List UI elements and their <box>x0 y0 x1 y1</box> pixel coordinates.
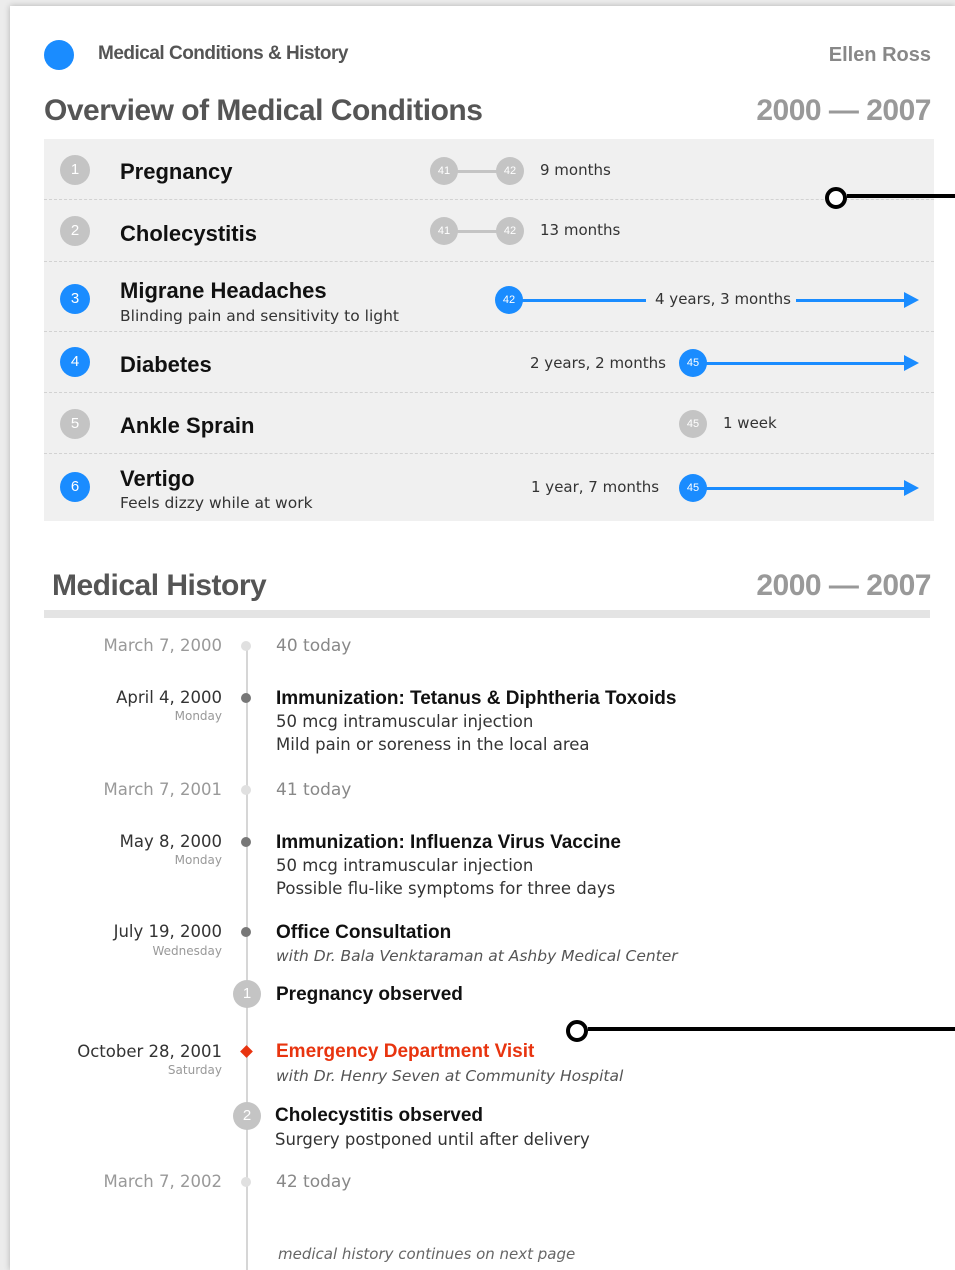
condition-name: Cholecystitis <box>120 221 257 246</box>
history-date-range: 2000 — 2007 <box>756 569 931 602</box>
condition-description: Feels dizzy while at work <box>120 494 313 512</box>
condition-row[interactable]: 1 Pregnancy 41 42 9 months <box>44 139 934 200</box>
event-detail: 50 mcg intramuscular injection <box>276 856 534 875</box>
end-age-badge: 42 <box>496 217 524 245</box>
event-title[interactable]: Cholecystitis observed <box>275 1105 483 1127</box>
callout-leader-line <box>588 1027 955 1031</box>
start-age-badge: 45 <box>679 349 707 377</box>
end-age-badge: 42 <box>496 157 524 185</box>
condition-name: Migrane Headaches <box>120 278 327 303</box>
overview-title: Overview of Medical Conditions <box>44 94 483 127</box>
duration-bar <box>520 299 646 302</box>
condition-duration: 2 years, 2 months <box>530 354 666 372</box>
event-title[interactable]: Immunization: Tetanus & Diphtheria Toxoi… <box>276 688 676 710</box>
event-title[interactable]: Pregnancy observed <box>276 984 463 1006</box>
event-date: October 28, 2001 <box>77 1042 222 1061</box>
condition-row[interactable]: 2 Cholecystitis 41 42 13 months <box>44 200 934 262</box>
event-weekday: Monday <box>174 709 222 723</box>
event-weekday: Wednesday <box>152 944 222 958</box>
event-detail: with Dr. Bala Venktaraman at Ashby Medic… <box>276 947 678 965</box>
ongoing-arrow-icon <box>904 480 919 496</box>
timeline-dot <box>241 927 251 937</box>
duration-bar <box>704 362 906 365</box>
event-detail: Surgery postponed until after delivery <box>275 1130 590 1149</box>
duration-bar <box>704 487 906 490</box>
timeline-dot <box>241 641 251 651</box>
callout-marker <box>825 187 847 209</box>
condition-name: Vertigo <box>120 466 195 491</box>
condition-number: 5 <box>60 409 90 439</box>
condition-duration: 9 months <box>540 161 611 179</box>
event-date: March 7, 2000 <box>103 636 222 655</box>
start-age-badge: 45 <box>679 410 707 438</box>
callout-leader-line <box>847 194 955 198</box>
condition-number: 2 <box>60 216 90 246</box>
timeline-dot <box>241 693 251 703</box>
duration-bar <box>456 170 500 173</box>
condition-badge: 2 <box>233 1102 261 1130</box>
condition-duration: 1 year, 7 months <box>531 478 660 496</box>
condition-description: Blinding pain and sensitivity to light <box>120 307 399 325</box>
start-age-badge: 42 <box>495 286 523 314</box>
app-title: Medical Conditions & History <box>98 43 348 64</box>
timeline-dot <box>241 785 251 795</box>
birthday-label: 40 today <box>276 636 352 656</box>
event-date: July 19, 2000 <box>113 922 222 941</box>
condition-number: 3 <box>60 284 90 314</box>
event-date: April 4, 2000 <box>116 688 222 707</box>
condition-row[interactable]: 3 Migrane Headaches Blinding pain and se… <box>44 262 934 332</box>
timeline-axis <box>246 642 248 1270</box>
event-date: March 7, 2002 <box>103 1172 222 1191</box>
condition-name: Diabetes <box>120 352 212 377</box>
callout-marker <box>566 1020 588 1042</box>
start-age-badge: 41 <box>430 217 458 245</box>
event-weekday: Saturday <box>167 1063 222 1077</box>
emergency-event-title[interactable]: Emergency Department Visit <box>276 1041 534 1063</box>
history-title: Medical History <box>52 569 267 602</box>
event-detail: with Dr. Henry Seven at Community Hospit… <box>276 1067 624 1085</box>
emergency-diamond-icon <box>240 1045 253 1058</box>
timeline-dot <box>241 1177 251 1187</box>
birthday-label: 42 today <box>276 1172 352 1192</box>
patient-name: Ellen Ross <box>828 44 931 66</box>
event-detail: 50 mcg intramuscular injection <box>276 712 534 731</box>
ongoing-arrow-icon <box>904 355 919 371</box>
timeline-dot <box>241 837 251 847</box>
event-title[interactable]: Immunization: Influenza Virus Vaccine <box>276 832 621 854</box>
condition-number: 6 <box>60 472 90 502</box>
event-weekday: Monday <box>174 853 222 867</box>
condition-duration: 13 months <box>540 221 621 239</box>
condition-name: Pregnancy <box>120 159 233 184</box>
overview-date-range: 2000 — 2007 <box>756 94 931 127</box>
conditions-overview-panel: 1 Pregnancy 41 42 9 months 2 Cholecystit… <box>44 139 934 521</box>
start-age-badge: 45 <box>679 474 707 502</box>
event-detail: Possible flu-like symptoms for three day… <box>276 879 616 898</box>
condition-number: 1 <box>60 155 90 185</box>
ongoing-arrow-icon <box>904 292 919 308</box>
condition-number: 4 <box>60 347 90 377</box>
condition-duration: 4 years, 3 months <box>655 290 791 308</box>
event-title[interactable]: Office Consultation <box>276 922 451 944</box>
condition-name: Ankle Sprain <box>120 413 255 438</box>
birthday-label: 41 today <box>276 780 352 800</box>
event-date: May 8, 2000 <box>119 832 222 851</box>
condition-badge: 1 <box>233 980 261 1008</box>
ongoing-bar <box>796 299 906 302</box>
condition-duration: 1 week <box>723 414 777 432</box>
history-header-rule <box>44 610 930 618</box>
start-age-badge: 41 <box>430 157 458 185</box>
continues-note: medical history continues on next page <box>278 1245 576 1263</box>
app-logo-dot <box>44 40 74 70</box>
event-date: March 7, 2001 <box>103 780 222 799</box>
condition-row[interactable]: 4 Diabetes 2 years, 2 months 45 <box>44 332 934 393</box>
condition-row[interactable]: 6 Vertigo Feels dizzy while at work 1 ye… <box>44 454 934 521</box>
event-detail: Mild pain or soreness in the local area <box>276 735 590 754</box>
medical-record-page: Medical Conditions & History Ellen Ross … <box>10 6 955 1270</box>
condition-row[interactable]: 5 Ankle Sprain 45 1 week <box>44 393 934 454</box>
duration-bar <box>456 230 500 233</box>
